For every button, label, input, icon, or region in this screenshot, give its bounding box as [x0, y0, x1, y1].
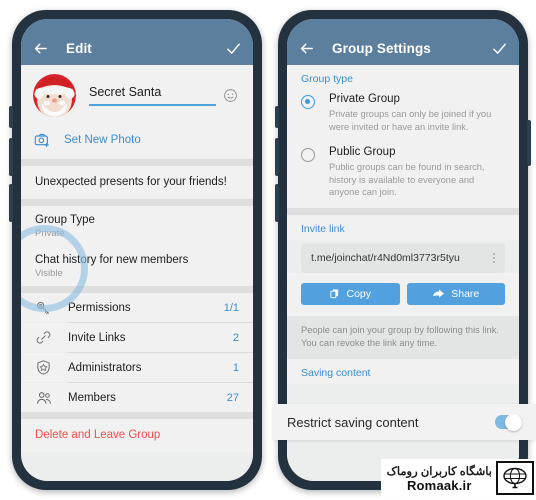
option-public-group[interactable]: Public Group Public groups can be found … [287, 137, 519, 208]
row-administrators[interactable]: Administrators 1 [21, 353, 253, 382]
group-type-section-label: Group type [287, 65, 519, 90]
invite-link-section-label: Invite link [287, 214, 519, 240]
group-type-subtitle: Private [35, 228, 65, 239]
private-group-description: Private groups can only be joined if you… [329, 109, 492, 132]
divider-1 [21, 159, 253, 166]
group-type-title: Group Type [35, 214, 95, 226]
smiley-icon[interactable] [222, 87, 239, 104]
restrict-saving-content-toggle[interactable] [495, 413, 522, 431]
arrow-left-icon[interactable] [32, 40, 49, 57]
watermark-persian-text: باشگاه کاربران روماک [386, 465, 492, 478]
group-name-underline [89, 104, 216, 106]
group-description[interactable]: Unexpected presents for your friends! [21, 166, 253, 199]
phone-right-side-button-3 [275, 184, 279, 222]
row-invite-links-label: Invite Links [68, 331, 126, 344]
phone-left-status-strip [21, 19, 253, 31]
watermark: باشگاه کاربران روماک Romaak.ir [380, 459, 536, 497]
radio-public-group[interactable] [301, 148, 315, 163]
invite-link-actions: Copy Share [287, 272, 519, 316]
copy-button[interactable]: Copy [301, 282, 400, 305]
divider-3 [21, 286, 253, 293]
edit-appbar: Edit [21, 31, 253, 65]
row-invite-links[interactable]: Invite Links 2 [21, 323, 253, 352]
camera-add-icon [33, 131, 50, 148]
copy-icon [329, 288, 340, 299]
group-name-value: Secret Santa [89, 85, 162, 100]
page-title: Group Settings [332, 40, 431, 56]
phone-right-side-button-4 [527, 120, 531, 166]
phone-left: Edit Secret Santa Set New Photo Unexpect… [9, 10, 262, 490]
restrict-saving-content-overlay: Restrict saving content [273, 404, 536, 440]
more-vertical-icon[interactable] [493, 252, 495, 263]
row-invite-links-count: 2 [232, 331, 239, 344]
row-permissions-label: Permissions [68, 301, 131, 314]
people-icon [35, 389, 55, 407]
row-administrators-count: 1 [232, 361, 239, 374]
share-button[interactable]: Share [406, 282, 505, 305]
globe-logo-icon [496, 461, 534, 495]
page-title: Edit [66, 40, 92, 56]
divider-5 [287, 207, 519, 215]
phone-left-side-button-3 [9, 184, 13, 222]
set-new-photo-label: Set New Photo [64, 133, 141, 146]
private-group-label: Private Group [329, 93, 400, 105]
group-type-row[interactable]: Group Type Private [21, 206, 253, 246]
row-permissions[interactable]: Permissions 1/1 [21, 293, 253, 322]
screenshot-stage: Edit Secret Santa Set New Photo Unexpect… [0, 0, 536, 500]
phone-left-screen: Edit Secret Santa Set New Photo Unexpect… [21, 19, 253, 481]
row-members-count: 27 [226, 391, 239, 404]
phone-right-side-button-1 [275, 106, 279, 128]
invite-link-note: People can join your group by following … [287, 315, 519, 359]
link-icon [35, 329, 55, 346]
group-name-row: Secret Santa [21, 65, 253, 124]
phone-right-status-strip [287, 19, 519, 31]
option-private-group[interactable]: Private Group Private groups can only be… [287, 90, 519, 138]
group-name-field[interactable]: Secret Santa [89, 85, 216, 106]
row-administrators-label: Administrators [68, 361, 142, 374]
avatar[interactable] [33, 74, 76, 117]
check-icon[interactable] [491, 40, 508, 57]
row-permissions-count: 1/1 [223, 301, 239, 314]
key-icon [35, 299, 55, 316]
watermark-site-name: Romaak.ir [406, 477, 472, 493]
restrict-saving-content-label: Restrict saving content [287, 414, 419, 430]
chat-history-row[interactable]: Chat history for new members Visible [21, 246, 253, 286]
group-settings-appbar: Group Settings [287, 31, 519, 65]
saving-content-section-label: Saving content [287, 358, 519, 384]
invite-link-box[interactable]: t.me/joinchat/r4Nd0ml3773r5tyu [301, 242, 505, 273]
chat-history-subtitle: Visible [35, 268, 63, 279]
share-arrow-icon [432, 287, 445, 300]
arrow-left-icon[interactable] [298, 40, 315, 57]
check-icon[interactable] [225, 40, 242, 57]
public-group-label: Public Group [329, 146, 396, 159]
share-button-label: Share [451, 287, 480, 300]
set-new-photo-row[interactable]: Set New Photo [21, 124, 253, 159]
phone-left-side-button-1 [9, 106, 13, 128]
chat-history-title: Chat history for new members [35, 254, 189, 266]
row-members[interactable]: Members 27 [21, 383, 253, 412]
phone-left-side-button-2 [9, 138, 13, 176]
divider-2 [21, 199, 253, 206]
public-group-description: Public groups can be found in search, hi… [329, 162, 485, 198]
edit-content: Secret Santa Set New Photo Unexpected pr… [21, 65, 253, 481]
radio-private-group[interactable] [301, 95, 315, 109]
copy-button-label: Copy [346, 287, 371, 300]
row-members-label: Members [68, 391, 116, 404]
shield-star-icon [35, 359, 55, 376]
invite-link-url: t.me/joinchat/r4Nd0ml3773r5tyu [311, 251, 460, 264]
divider-4 [21, 412, 253, 419]
phone-right-side-button-2 [275, 138, 279, 176]
delete-and-leave-group-button[interactable]: Delete and Leave Group [21, 419, 253, 452]
